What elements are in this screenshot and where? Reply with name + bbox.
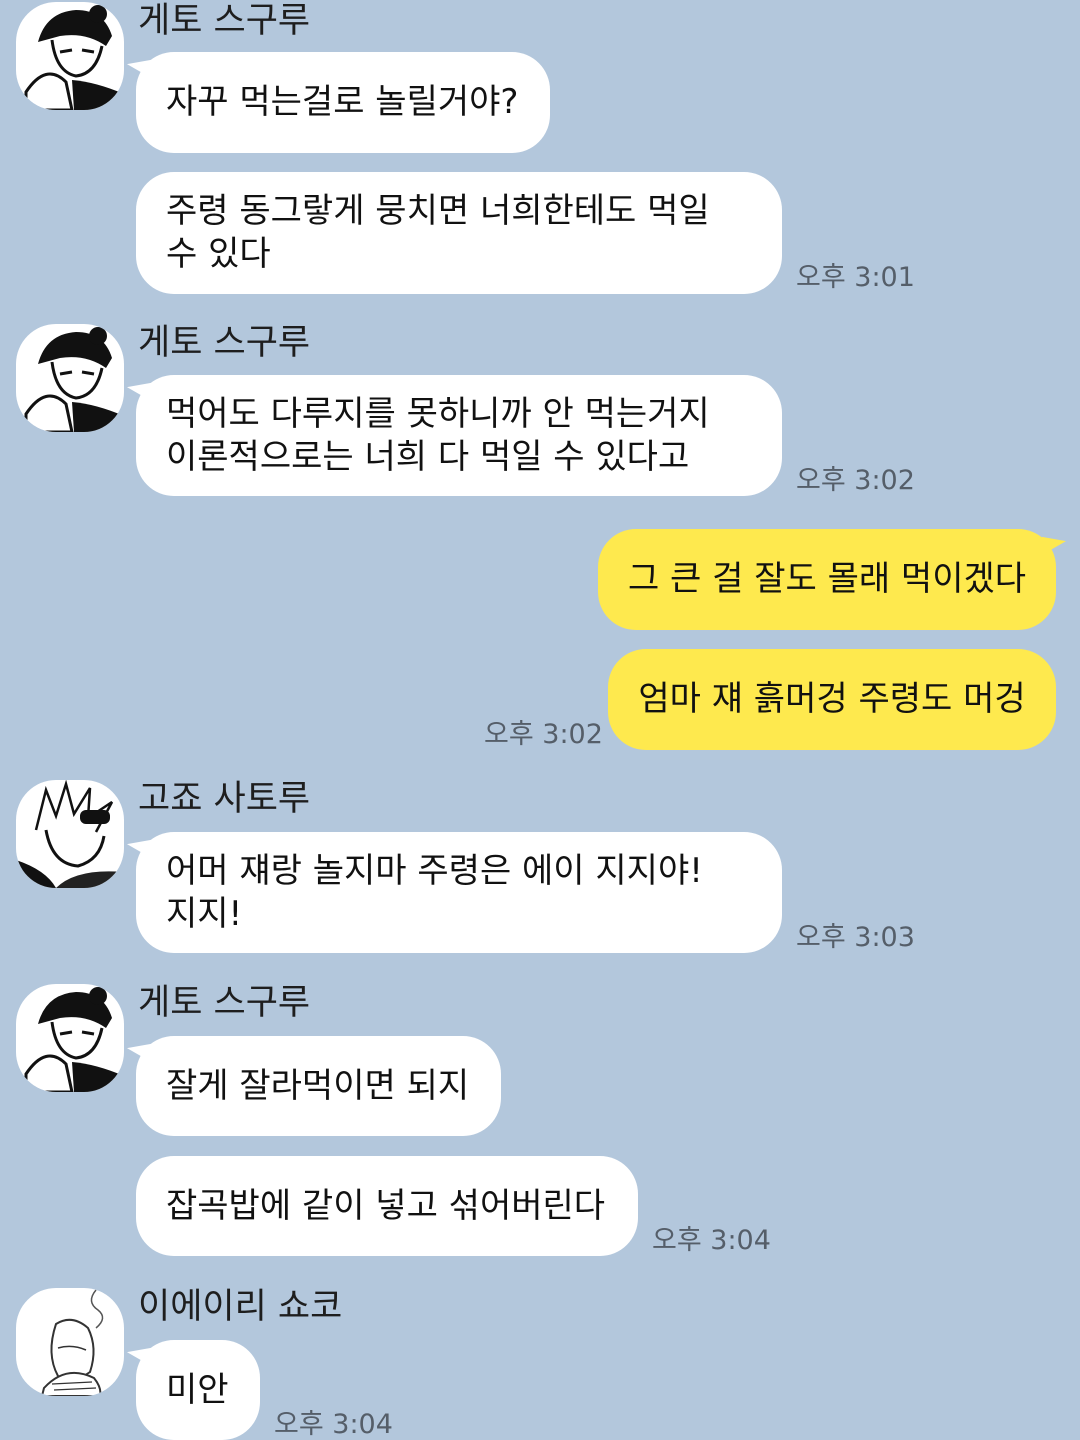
timestamp: 오후 3:01 [796, 262, 915, 293]
message-bubble[interactable]: 미안 [136, 1340, 260, 1440]
geto-avatar[interactable] [16, 324, 124, 432]
message-text: 수 있다 [166, 234, 271, 274]
sender-name: 이에이리 쇼코 [138, 1287, 343, 1327]
shoko-avatar[interactable] [16, 1288, 124, 1396]
message-bubble[interactable]: 자꾸 먹는걸로 놀릴거야? [136, 52, 550, 153]
message-text: 엄마 쟤 흙머겅 주령도 머겅 [638, 679, 1026, 719]
geto-avatar-image [24, 327, 124, 432]
my-message-bubble[interactable]: 엄마 쟤 흙머겅 주령도 머겅 [608, 649, 1056, 750]
geto-avatar[interactable] [16, 2, 124, 110]
timestamp: 오후 3:04 [274, 1409, 393, 1440]
sender-name: 게토 스구루 [138, 323, 311, 363]
message-text: 먹어도 다루지를 못하니까 안 먹는거지 [166, 393, 710, 434]
timestamp: 오후 3:02 [484, 719, 603, 750]
message-text: 주령 동그랗게 뭉치면 너희한테도 먹일 [166, 191, 710, 231]
message-bubble[interactable]: 잡곡밥에 같이 넣고 섞어버린다 [136, 1156, 638, 1256]
gojo-avatar-image [16, 780, 124, 888]
message-text: 그 큰 걸 잘도 몰래 먹이겠다 [627, 559, 1027, 599]
message-bubble[interactable]: 잘게 잘라먹이면 되지 [136, 1036, 501, 1136]
geto-avatar-image [24, 987, 124, 1092]
message-text: 미안 [166, 1369, 229, 1410]
geto-avatar-image [24, 5, 124, 110]
message-text: 지지! [166, 893, 243, 934]
message-text: 자꾸 먹는걸로 놀릴거야? [166, 82, 519, 122]
message-bubble[interactable]: 주령 동그랗게 뭉치면 너희한테도 먹일 수 있다 [136, 172, 782, 294]
geto-avatar[interactable] [16, 984, 124, 1092]
shoko-avatar-image [40, 1289, 104, 1396]
message-text: 잡곡밥에 같이 넣고 섞어버린다 [166, 1185, 606, 1226]
timestamp: 오후 3:02 [796, 465, 915, 496]
gojo-avatar[interactable] [16, 780, 124, 888]
timestamp: 오후 3:04 [652, 1225, 771, 1256]
message-text: 이론적으로는 너희 다 먹일 수 있다고 [166, 436, 690, 477]
message-text: 어머 쟤랑 놀지마 주령은 에이 지지야! [166, 850, 703, 891]
timestamp: 오후 3:03 [796, 922, 915, 953]
message-text: 잘게 잘라먹이면 되지 [166, 1065, 470, 1106]
my-message-bubble[interactable]: 그 큰 걸 잘도 몰래 먹이겠다 [598, 529, 1056, 630]
sender-name: 게토 스구루 [138, 1, 311, 41]
message-bubble[interactable]: 어머 쟤랑 놀지마 주령은 에이 지지야! 지지! [136, 832, 782, 953]
message-bubble[interactable]: 먹어도 다루지를 못하니까 안 먹는거지 이론적으로는 너희 다 먹일 수 있다… [136, 375, 782, 496]
sender-name: 고죠 사토루 [138, 779, 311, 819]
sender-name: 게토 스구루 [138, 983, 311, 1023]
